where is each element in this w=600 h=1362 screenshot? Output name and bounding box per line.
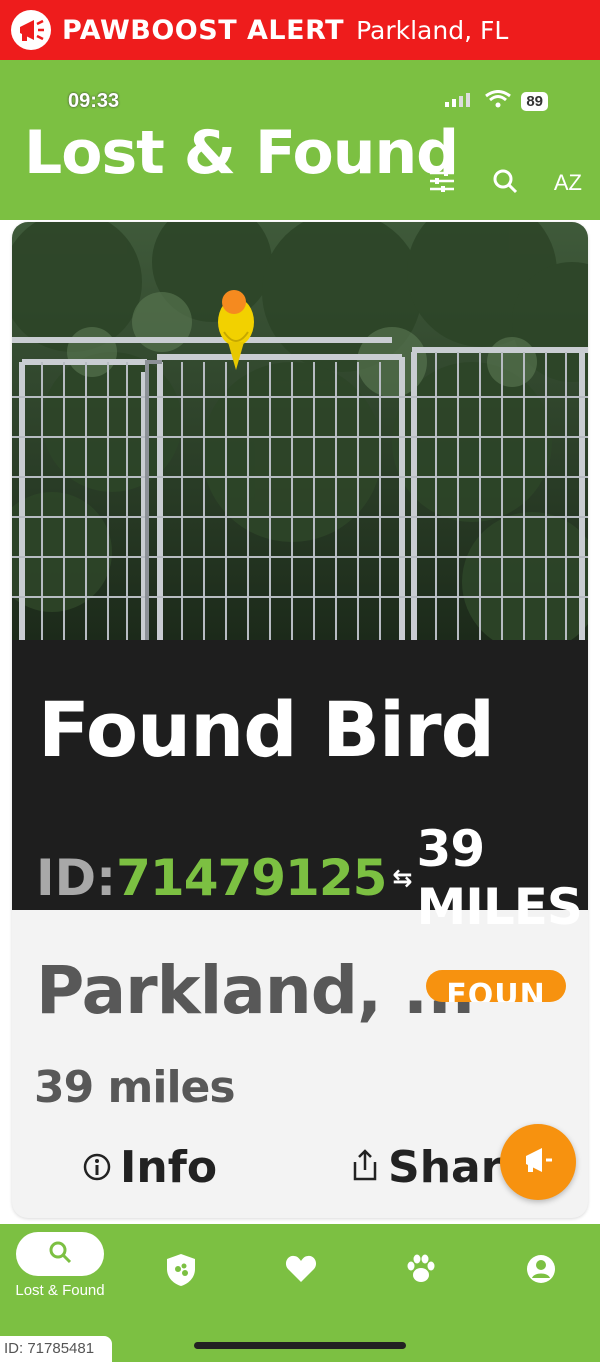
page-title: Lost & Found <box>24 118 459 188</box>
id-row: ID: 71479125 ⇆ 39 MILES <box>36 820 588 936</box>
banner-location: Parkland, FL <box>356 15 509 45</box>
pet-photo[interactable] <box>12 222 588 652</box>
nav-favorites[interactable] <box>280 1254 322 1288</box>
card-info-panel: Found Bird ID: 71479125 ⇆ 39 MILES <box>12 640 588 936</box>
nav-pets[interactable] <box>400 1253 442 1289</box>
nav-profile[interactable] <box>520 1253 562 1289</box>
nav-active-pill <box>16 1232 104 1276</box>
profile-icon <box>525 1253 557 1289</box>
search-icon <box>48 1240 72 1268</box>
distance-arrows-icon: ⇆ <box>392 864 413 892</box>
info-icon <box>82 1142 112 1193</box>
distance-value: 39 MILES <box>416 820 583 936</box>
pet-distance: 39 miles <box>34 1062 236 1113</box>
wifi-icon <box>485 90 512 112</box>
shield-pet-icon <box>164 1252 198 1292</box>
alert-fab-button[interactable] <box>500 1124 576 1200</box>
pet-location: Parkland, ... <box>36 952 476 1029</box>
nav-shield[interactable] <box>160 1252 202 1292</box>
status-time: 09:33 <box>68 90 120 112</box>
app-header: 09:33 89 Lost & Found AZ <box>0 60 600 220</box>
info-button[interactable]: Info <box>82 1142 217 1193</box>
nav-lost-found[interactable]: Lost & Found <box>15 1224 105 1299</box>
pet-title: Found Bird <box>38 685 495 774</box>
search-icon[interactable] <box>492 168 518 198</box>
id-value: 71479125 <box>116 849 387 907</box>
id-label: ID: <box>36 849 117 907</box>
share-icon <box>350 1142 380 1193</box>
megaphone-icon <box>8 7 54 53</box>
sort-az-icon[interactable]: AZ <box>554 170 582 196</box>
heart-icon <box>285 1254 317 1288</box>
home-indicator <box>194 1342 406 1349</box>
status-badge: FOUN <box>426 970 566 1002</box>
paw-icon <box>405 1253 437 1289</box>
watermark-id: ID: 71785481 <box>0 1336 112 1362</box>
battery-level: 89 <box>521 91 548 111</box>
alert-banner: PAWBOOST ALERT Parkland, FL <box>0 0 600 60</box>
filter-icon[interactable] <box>428 169 456 197</box>
banner-brand: PAWBOOST ALERT <box>62 14 345 46</box>
megaphone-icon <box>518 1140 558 1184</box>
status-icons: 89 <box>445 90 548 112</box>
nav-label: Lost & Found <box>15 1282 105 1299</box>
info-label: Info <box>120 1142 218 1193</box>
pet-card[interactable]: Found Bird ID: 71479125 ⇆ 39 MILES Parkl… <box>12 222 588 1218</box>
header-actions: AZ <box>428 168 582 198</box>
signal-icon <box>445 91 475 111</box>
